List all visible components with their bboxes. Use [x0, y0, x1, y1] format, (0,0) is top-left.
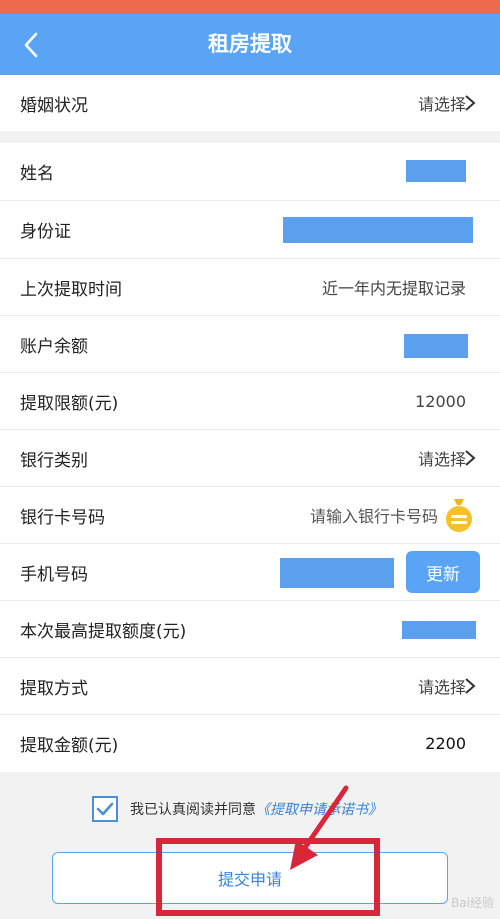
refresh-button[interactable]: 更新 [406, 551, 480, 593]
method-value: 请选择 [417, 678, 466, 697]
row-bank-type[interactable]: 银行类别 请选择 [0, 430, 500, 487]
amount-label: 提取金额(元) [20, 736, 119, 756]
chevron-right-icon [465, 95, 476, 111]
bank-type-value: 请选择 [417, 450, 466, 469]
amount-input[interactable]: 2200 [425, 734, 466, 753]
balance-redaction [404, 334, 468, 358]
agreement-text: 我已认真阅读并同意 [130, 802, 256, 818]
name-redaction [406, 160, 466, 182]
row-last-withdraw: 上次提取时间 近一年内无提取记录 [0, 259, 500, 316]
card-number-label: 银行卡号码 [20, 507, 105, 528]
balance-label: 账户余额 [20, 336, 88, 357]
money-bag-icon[interactable] [444, 497, 474, 533]
agreement-row: 我已认真阅读并同意 《提取申请承诺书》 [92, 796, 382, 822]
marital-value: 请选择 [417, 95, 466, 114]
bank-type-label: 银行类别 [20, 450, 88, 471]
highlight-box [156, 838, 380, 916]
phone-redaction [280, 558, 394, 588]
max-amount-redaction [402, 621, 476, 639]
agreement-link[interactable]: 《提取申请承诺书》 [256, 799, 382, 819]
agreement-checkbox[interactable] [92, 796, 118, 822]
marital-label: 婚姻状况 [20, 95, 88, 116]
checkmark-icon [96, 802, 114, 816]
id-redaction [283, 217, 473, 243]
status-strip [0, 0, 500, 14]
watermark: Bai经验 [451, 896, 494, 910]
limit-value: 12000 [415, 391, 466, 411]
name-label: 姓名 [20, 164, 54, 184]
chevron-right-icon [465, 450, 476, 466]
row-limit: 提取限额(元) 12000 [0, 373, 500, 430]
row-balance: 账户余额 [0, 316, 500, 373]
last-withdraw-value: 近一年内无提取记录 [321, 279, 466, 298]
row-id-card: 身份证 [0, 201, 500, 259]
last-withdraw-label: 上次提取时间 [20, 279, 122, 300]
row-phone: 手机号码 更新 [0, 544, 500, 601]
app-header: 租房提取 [0, 14, 500, 75]
row-card-number: 银行卡号码 请输入银行卡号码 [0, 487, 500, 544]
chevron-right-icon [465, 678, 476, 694]
row-method[interactable]: 提取方式 请选择 [0, 658, 500, 715]
page-title: 租房提取 [208, 32, 292, 56]
row-max-amount: 本次最高提取额度(元) [0, 601, 500, 658]
row-amount: 提取金额(元) 2200 [0, 715, 500, 772]
row-marital-status[interactable]: 婚姻状况 请选择 [0, 75, 500, 131]
method-label: 提取方式 [20, 678, 88, 699]
max-amount-label: 本次最高提取额度(元) [20, 621, 187, 642]
card-number-input[interactable]: 请输入银行卡号码 [310, 503, 438, 527]
id-label: 身份证 [20, 222, 71, 242]
row-name: 姓名 [0, 143, 500, 201]
limit-label: 提取限额(元) [20, 393, 119, 414]
phone-label: 手机号码 [20, 564, 88, 585]
